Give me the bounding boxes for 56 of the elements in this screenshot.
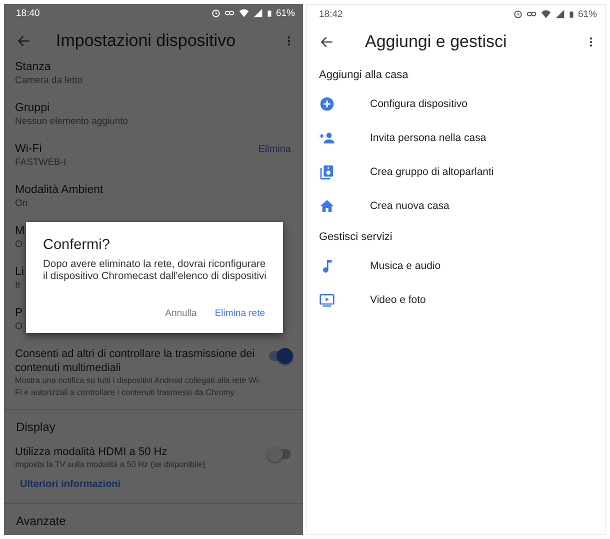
battery-icon xyxy=(266,8,273,18)
alarm-icon xyxy=(512,9,523,19)
add-person-icon xyxy=(319,130,335,146)
dialog-title: Confermi? xyxy=(43,236,111,254)
dialog-message: Dopo avere eliminato la rete, dovrai riconfigurare il dispositivo Chromecast dall'elenco di dispositivi xyxy=(43,259,267,283)
section-header: Gestisci servizi xyxy=(319,231,392,243)
setting-title: Stanza xyxy=(15,60,51,75)
menu-item[interactable]: Configura dispositivo xyxy=(307,87,605,121)
screen-title: Impostazioni dispositivo xyxy=(56,31,237,51)
setting-subtitle: Mostra una notifica su tutti i dispositivi Android collegati alla rete Wi-Fi e autorizzali a controllare i contenuti trasmessi da Chromy xyxy=(15,375,262,399)
setting-title: Wi-Fi xyxy=(15,142,42,157)
link-icon xyxy=(224,8,235,18)
menu-item[interactable]: Invita persona nella casa xyxy=(307,121,605,155)
menu-item[interactable]: Crea nuova casa xyxy=(307,189,605,223)
menu-item[interactable]: Crea gruppo di altoparlanti xyxy=(307,155,605,189)
battery-percent: 61% xyxy=(578,8,597,20)
back-icon[interactable] xyxy=(319,34,335,50)
setting-title: M xyxy=(15,224,25,239)
setting-subtitle: It xyxy=(15,280,20,292)
section-header: Display xyxy=(16,420,56,435)
confirm-button[interactable]: Elimina rete xyxy=(208,304,271,323)
battery-icon xyxy=(568,8,575,20)
setting-title: Consenti ad altri di controllare la trasmissione dei contenuti multimediali xyxy=(15,347,256,375)
link-icon xyxy=(526,9,537,19)
setting-title: P xyxy=(15,306,23,321)
alarm-icon xyxy=(210,8,221,18)
setting-title: Modalità Ambient xyxy=(15,183,104,198)
setting-subtitle: FASTWEB-I xyxy=(15,157,66,169)
battery-percent: 61% xyxy=(276,8,295,18)
setting-subtitle: Nessun elemento aggiunto xyxy=(15,116,128,128)
wifi-icon xyxy=(540,9,552,19)
video-icon xyxy=(319,292,335,308)
signal-icon xyxy=(252,8,263,18)
add-circle-icon xyxy=(319,96,335,112)
status-time: 18:42 xyxy=(319,8,343,20)
wifi-icon xyxy=(238,8,250,18)
status-time: 18:40 xyxy=(16,8,40,18)
setting-subtitle: Imposta la TV sulla modalità a 50 Hz (se disponibile) xyxy=(15,459,206,471)
menu-item[interactable]: Video e foto xyxy=(307,283,605,317)
signal-icon xyxy=(554,9,565,19)
setting-subtitle: On xyxy=(15,198,28,210)
cancel-button[interactable]: Annulla xyxy=(159,304,203,323)
screen-title: Aggiungi e gestisci xyxy=(365,32,508,52)
setting-subtitle: O xyxy=(15,239,22,251)
setting-subtitle: O xyxy=(15,321,22,333)
speaker-icon xyxy=(319,164,335,180)
setting-title: Gruppi xyxy=(15,101,50,116)
toggle-switch[interactable] xyxy=(269,449,291,459)
menu-item[interactable]: Musica e audio xyxy=(307,249,605,283)
setting-title: Utilizza modalità HDMI a 50 Hz xyxy=(15,445,168,459)
section-header: Aggiungi alla casa xyxy=(319,69,408,81)
section-header: Avanzate xyxy=(16,514,66,529)
toggle-switch[interactable] xyxy=(269,351,291,361)
setting-title: Li xyxy=(15,265,24,280)
setting-subtitle: Camera da letto xyxy=(15,75,83,87)
home-icon xyxy=(319,198,335,214)
